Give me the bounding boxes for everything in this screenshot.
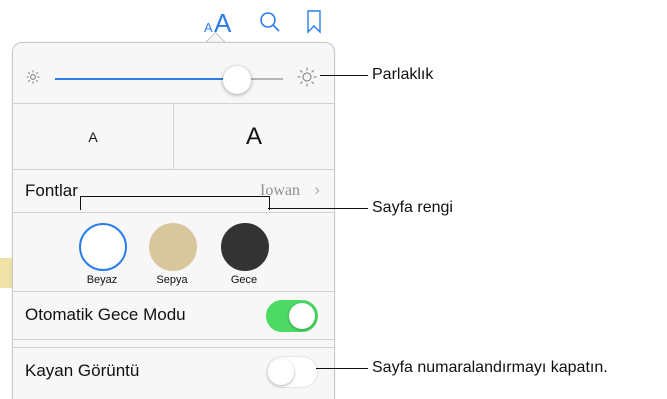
- brightness-row: [13, 53, 334, 104]
- toggle-knob: [268, 359, 294, 385]
- chevron-right-icon: ›: [314, 180, 320, 199]
- scrolling-view-toggle[interactable]: [266, 356, 318, 388]
- scrolling-callout-line: [316, 368, 368, 369]
- brightness-slider-fill: [55, 78, 238, 80]
- font-size-icon[interactable]: A: [204, 20, 213, 35]
- theme-sepia-label: Sepya: [156, 274, 188, 286]
- auto-night-label: Otomatik Gece Modu: [25, 305, 186, 324]
- section-divider: [13, 340, 334, 348]
- theme-white-swatch[interactable]: [79, 223, 127, 271]
- auto-night-row: Otomatik Gece Modu: [13, 292, 334, 340]
- book-text-highlight: [0, 258, 12, 288]
- brightness-callout: Parlaklık: [372, 66, 434, 83]
- page-color-row: Beyaz Sepya Gece: [13, 213, 334, 292]
- brightness-callout-line: [320, 75, 368, 76]
- brightness-slider-thumb[interactable]: [223, 66, 252, 94]
- font-size-row: A A: [13, 104, 334, 170]
- bookmark-icon[interactable]: [306, 10, 322, 39]
- scrolling-callout: Sayfa numaralandırmayı kapatın.: [372, 359, 608, 376]
- page-color-bracket: [80, 196, 270, 210]
- decrease-font-size-button[interactable]: A: [13, 104, 174, 169]
- sun-large-icon: [297, 67, 317, 92]
- scrolling-view-label: Kayan Görüntü: [25, 361, 140, 380]
- theme-sepia-swatch[interactable]: [149, 223, 197, 271]
- search-icon[interactable]: [258, 10, 282, 39]
- auto-night-toggle[interactable]: [266, 300, 318, 332]
- theme-night-swatch[interactable]: [221, 223, 269, 271]
- sun-small-icon: [26, 70, 40, 89]
- theme-white-label: Beyaz: [86, 274, 118, 286]
- page-color-callout-line: [268, 208, 368, 209]
- appearance-popover: A A Fontlar Iowan › Beyaz Sepya Gece Oto…: [12, 42, 335, 399]
- toggle-knob: [289, 303, 315, 329]
- font-label: Fontlar: [25, 181, 78, 200]
- page-color-callout: Sayfa rengi: [372, 199, 453, 216]
- increase-font-size-button[interactable]: A: [174, 104, 334, 169]
- theme-night-label: Gece: [230, 274, 258, 286]
- scrolling-view-row: Kayan Görüntü: [13, 348, 334, 398]
